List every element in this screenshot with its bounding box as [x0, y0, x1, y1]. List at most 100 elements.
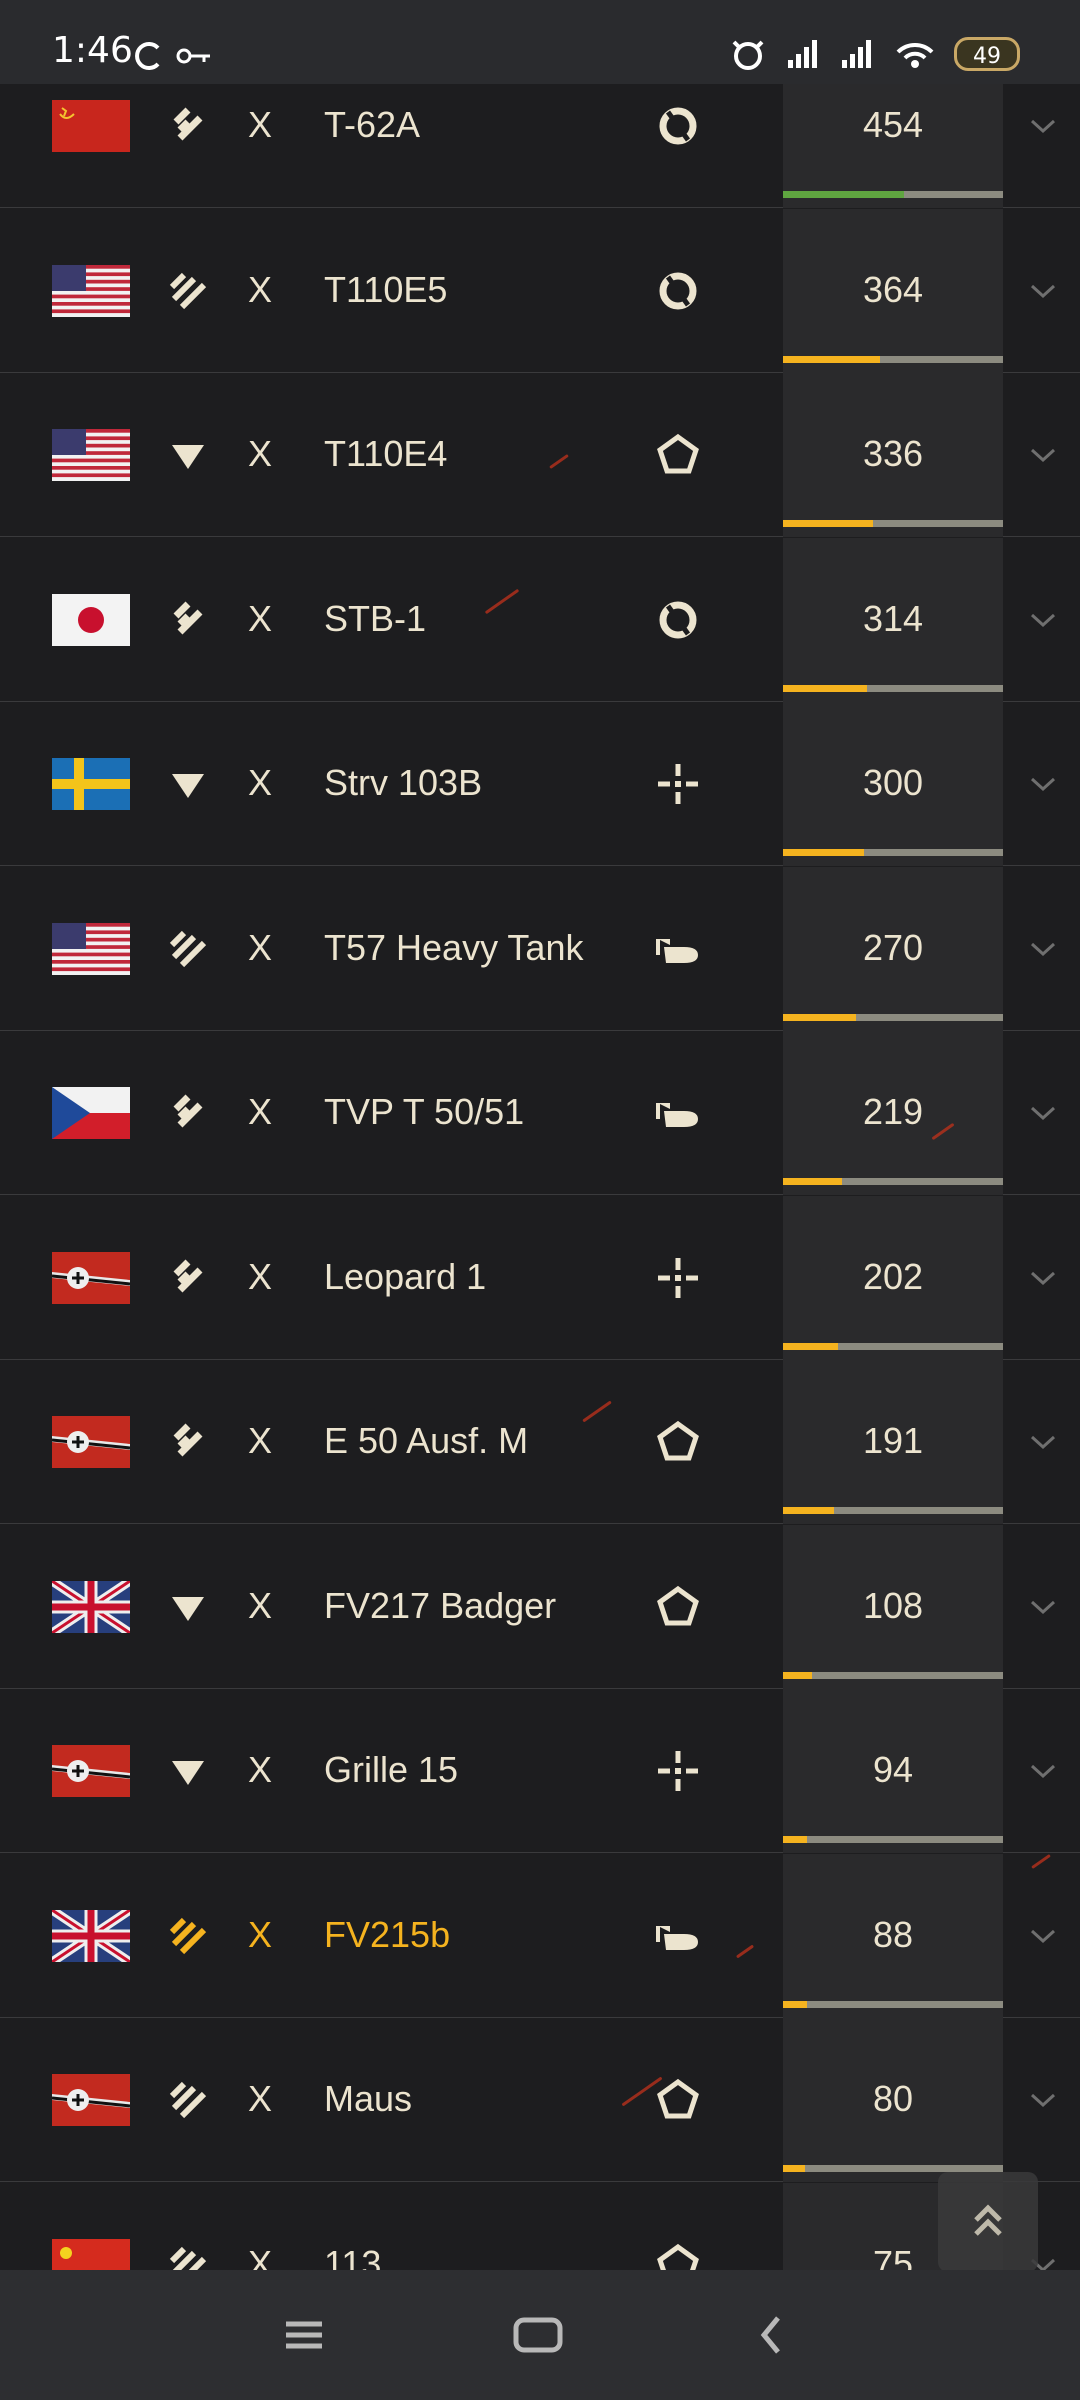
chevron-down-icon[interactable] [1028, 610, 1058, 630]
pentagon-icon [657, 1585, 699, 1625]
score-cell: 364 [783, 208, 1003, 373]
tier-label: X [248, 1091, 273, 1132]
score-cell: 219 [783, 1031, 1003, 1195]
vehicle-row[interactable]: X T57 Heavy Tank 270 [0, 866, 1080, 1031]
chevron-down-icon[interactable] [1028, 1597, 1058, 1617]
progress-fill [783, 1507, 834, 1514]
chevron-down-icon[interactable] [1028, 774, 1058, 794]
vehicle-row[interactable]: X Maus 80 [0, 2018, 1080, 2182]
progress-bar [783, 1342, 1003, 1350]
status-notification-icons [134, 40, 214, 76]
tier-label: X [248, 1913, 273, 1955]
chevron-down-icon[interactable] [1028, 1761, 1058, 1781]
chevron-down-icon[interactable] [1028, 445, 1058, 465]
nation-flag-usa [52, 922, 130, 975]
crosshair-icon [658, 764, 698, 804]
progress-fill [783, 2165, 805, 2172]
chevron-down-icon[interactable] [1028, 281, 1058, 301]
progress-fill [783, 684, 867, 692]
score-value: 80 [872, 2078, 914, 2119]
nation-flag-sweden [52, 758, 130, 810]
vehicle-row[interactable]: X FV217 Badger 108 [0, 1524, 1080, 1689]
progress-bar [783, 1178, 1003, 1185]
nation-flag-uk [52, 1580, 130, 1633]
vehicle-name: Maus [324, 2078, 413, 2119]
autoloader-icon [656, 1925, 698, 1950]
score-cell: 336 [783, 373, 1003, 537]
score-value: 300 [862, 762, 924, 803]
crosshair-icon [658, 1257, 698, 1298]
chevron-down-icon[interactable] [1028, 2090, 1058, 2110]
progress-fill [783, 1178, 843, 1185]
chevron-down-icon[interactable] [1028, 116, 1058, 136]
vehicle-row[interactable]: X Grille 15 94 [0, 1689, 1080, 1853]
home-icon[interactable] [508, 2310, 568, 2360]
reload-icon [659, 601, 697, 638]
vehicle-row[interactable]: X Strv 103B 300 [0, 702, 1080, 866]
autoloader-icon [656, 938, 698, 963]
score-value: 336 [862, 433, 924, 474]
autoloader-icon [656, 1103, 698, 1127]
menu-icon[interactable] [274, 2310, 334, 2360]
score-value: 314 [862, 597, 924, 639]
progress-bar [783, 520, 1003, 527]
vehicle-row[interactable]: X TVP T 50/51 219 [0, 1031, 1080, 1195]
nation-flag-germany [52, 1251, 130, 1304]
tier-label: X [248, 1255, 273, 1297]
back-icon[interactable] [742, 2310, 802, 2360]
nation-flag-ussr [52, 100, 130, 152]
alarm-icon [732, 40, 764, 70]
vehicle-name: T57 Heavy Tank [324, 926, 584, 968]
nation-flag-uk [52, 1909, 130, 1962]
reload-icon [659, 272, 697, 309]
score-value: 270 [862, 926, 924, 968]
nation-flag-usa [52, 429, 130, 481]
progress-fill [783, 191, 904, 198]
score-value: 364 [862, 268, 924, 310]
triangle-icon [172, 1761, 204, 1785]
progress-fill [783, 1013, 856, 1021]
triangle-icon [172, 1596, 204, 1621]
vehicle-name: T110E4 [324, 433, 448, 474]
score-value: 454 [862, 104, 924, 145]
vehicle-name: Leopard 1 [324, 1255, 487, 1297]
system-nav-bar [0, 2270, 1080, 2400]
progress-bar [783, 2165, 1003, 2172]
chevron-down-icon[interactable] [1028, 1268, 1058, 1288]
progress-bar [783, 355, 1003, 363]
progress-fill [783, 1671, 812, 1679]
pentagon-icon [657, 1420, 699, 1461]
double-chevron-icon [173, 1094, 203, 1128]
double-chevron-icon [173, 1259, 203, 1292]
vehicle-row[interactable]: X STB-1 314 [0, 537, 1080, 702]
scroll-to-top-button[interactable] [938, 2172, 1038, 2272]
vehicle-row[interactable]: X E 50 Ausf. M 191 [0, 1360, 1080, 1524]
chevron-down-icon[interactable] [1028, 1926, 1058, 1946]
vehicle-row[interactable]: X T110E4 336 [0, 373, 1080, 537]
vehicle-row[interactable]: X FV215b 88 [0, 1853, 1080, 2018]
score-cell: 88 [783, 1853, 1003, 2018]
score-value: 108 [862, 1584, 924, 1626]
progress-fill [783, 520, 874, 527]
tier-label: X [248, 433, 273, 474]
vehicle-row[interactable]: X Leopard 1 202 [0, 1195, 1080, 1360]
status-bar: 1:46 49 [0, 0, 1080, 84]
progress-bar [783, 191, 1003, 198]
vehicle-name: T-62A [324, 104, 421, 145]
progress-bar [783, 1671, 1003, 1679]
nation-flag-czech [52, 1087, 130, 1139]
wifi-hotspot-icon [896, 42, 934, 68]
nation-flag-germany [52, 2074, 130, 2126]
chevron-down-icon[interactable] [1028, 1432, 1058, 1452]
score-cell: 80 [783, 2018, 1003, 2182]
chevron-down-icon[interactable] [1028, 939, 1058, 959]
chevron-down-icon[interactable] [1028, 1103, 1058, 1123]
nation-flag-japan [52, 593, 130, 646]
double-chevron-icon [173, 107, 203, 141]
vehicle-row[interactable]: X T110E5 364 [0, 208, 1080, 373]
progress-fill [783, 355, 880, 363]
signal-icon [788, 40, 817, 68]
progress-fill [783, 1836, 808, 1843]
vehicle-name: T110E5 [324, 268, 448, 310]
vehicle-name: TVP T 50/51 [324, 1091, 525, 1132]
